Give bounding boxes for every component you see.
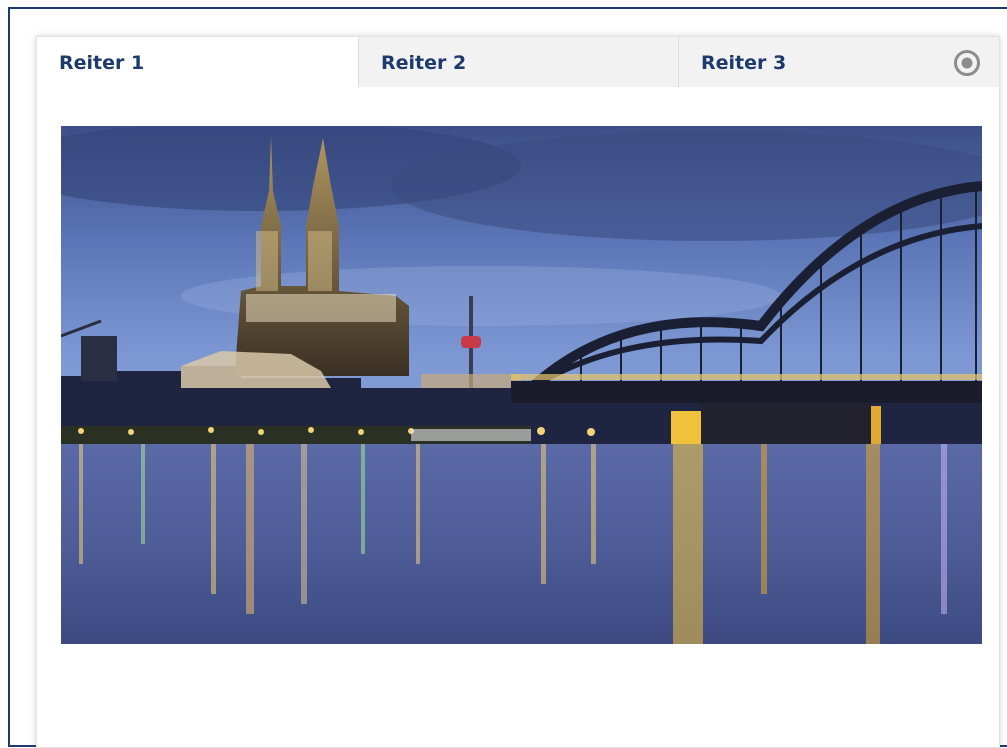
tab-widget: Reiter 1 Reiter 2 Reiter 3 xyxy=(36,36,1000,748)
tab-reiter-2[interactable]: Reiter 2 xyxy=(358,37,678,87)
tab-bar: Reiter 1 Reiter 2 Reiter 3 xyxy=(37,37,999,89)
record-circle-icon[interactable] xyxy=(953,49,981,77)
tab-content-image xyxy=(61,126,982,644)
tab-reiter-1[interactable]: Reiter 1 xyxy=(37,37,358,89)
tab-reiter-3[interactable]: Reiter 3 xyxy=(678,37,978,87)
